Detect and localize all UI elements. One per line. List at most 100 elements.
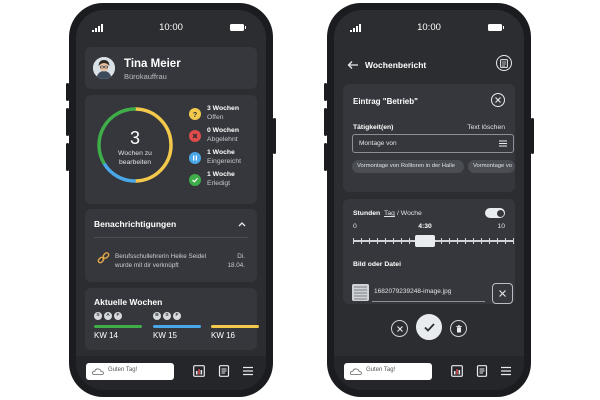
legend-status: Offen — [207, 114, 224, 121]
legend-status: Abgelehnt — [207, 136, 238, 143]
greeting-pill[interactable]: Guten Tag! — [86, 363, 174, 380]
notification-date: Di. 18.04. — [227, 252, 245, 270]
slider-tick — [385, 238, 386, 244]
legend-title: 0 Wochen — [207, 127, 239, 134]
week-status-bar — [94, 325, 142, 328]
discard-button[interactable] — [391, 320, 408, 337]
list-icon — [499, 140, 507, 147]
slider-tick — [449, 238, 450, 244]
slider-thumb[interactable] — [415, 235, 435, 247]
confirm-button[interactable] — [416, 314, 442, 340]
week-item[interactable]: KW 16 — [211, 312, 261, 348]
dashboard-screen: 10:00 Tina Meier Bürokauffrau 3 Wochen z… — [76, 10, 266, 390]
hours-card: Stunden Tag / Woche 0 4:30 10 Bild oder … — [343, 199, 515, 304]
day-chip: F — [173, 312, 181, 320]
slider-tick — [353, 238, 354, 244]
hours-toggle[interactable] — [485, 208, 505, 218]
slider-tick — [465, 238, 466, 244]
remove-file-button[interactable] — [492, 283, 513, 304]
notifications-card: Benachrichtigungen Berufsschullehrerin H… — [85, 209, 257, 282]
check-icon — [189, 174, 201, 186]
slider-tick — [393, 238, 394, 244]
day-chip: S — [94, 312, 102, 320]
open-weeks-label-line: bearbeiten — [118, 159, 152, 166]
legend-title: 3 Wochen — [207, 105, 239, 112]
summary-card: 3 Wochen zu bearbeiten ? 3 Wochen Offen … — [85, 95, 257, 204]
slider-tick — [401, 238, 402, 244]
trash-icon — [455, 324, 462, 332]
menu-icon[interactable] — [242, 365, 254, 377]
profile-card[interactable]: Tina Meier Bürokauffrau — [85, 47, 257, 89]
close-icon — [396, 325, 403, 332]
current-weeks-card: Aktuelle Wochen S A F KW 14 B S F KW 15 KW 16 — [85, 288, 259, 350]
day-chip: S — [163, 312, 171, 320]
notification-date-line: Di. — [237, 253, 245, 260]
close-entry-button[interactable] — [491, 93, 505, 107]
slider-tick — [361, 238, 362, 244]
week-item[interactable]: B S F KW 15 — [153, 312, 203, 348]
greeting-text: Guten Tag! — [108, 367, 138, 373]
slider-tick — [489, 238, 490, 244]
notification-text-line: wurde mit dir verknüpft — [115, 262, 179, 269]
link-icon — [97, 252, 110, 264]
svg-text:?: ? — [193, 112, 197, 118]
notification-text-line: Berufsschullehrerin Heike Seidel — [115, 253, 207, 260]
side-button — [531, 118, 534, 154]
day-chip: F — [114, 312, 122, 320]
menu-icon[interactable] — [500, 365, 512, 377]
slider-tick — [497, 238, 498, 244]
document-icon[interactable] — [218, 365, 230, 377]
greeting-text: Guten Tag! — [366, 367, 396, 373]
week-days: SAF — [94, 312, 124, 321]
hours-slider[interactable] — [353, 235, 514, 247]
chevron-up-icon[interactable] — [238, 221, 246, 227]
open-weeks-label-line: Wochen zu — [118, 150, 152, 157]
file-label: Bild oder Datei — [353, 261, 401, 268]
profile-name: Tina Meier — [124, 58, 181, 70]
delete-button[interactable] — [450, 320, 467, 337]
hours-label: Stunden — [353, 210, 381, 217]
activity-chip[interactable]: Vormontage von Rolltoren in der Halle — [352, 160, 464, 173]
clear-text-link[interactable]: Text löschen — [467, 124, 505, 131]
slider-tick — [457, 238, 458, 244]
greeting-pill[interactable]: Guten Tag! — [344, 363, 432, 380]
activity-chip[interactable]: Vormontage vo — [468, 160, 515, 173]
tab-week[interactable]: / Woche — [397, 210, 422, 217]
week-label: KW 14 — [94, 331, 119, 340]
chart-icon[interactable] — [451, 365, 463, 377]
battery-icon — [230, 24, 246, 31]
notifications-title: Benachrichtigungen — [94, 219, 177, 229]
notification-date-line: 18.04. — [227, 262, 245, 269]
legend-status: Erledigt — [207, 180, 231, 187]
chart-icon[interactable] — [193, 365, 205, 377]
back-arrow-icon[interactable] — [347, 60, 359, 70]
side-button — [273, 118, 276, 154]
tab-bar: Guten Tag! — [76, 356, 266, 390]
activity-select[interactable]: Montage von — [352, 134, 514, 153]
status-bar: 10:00 — [76, 10, 266, 40]
document-icon[interactable] — [476, 365, 488, 377]
day-chip: A — [104, 312, 112, 320]
profile-role: Bürokauffrau — [124, 72, 167, 81]
week-item[interactable]: S A F KW 14 — [94, 312, 144, 348]
legend-status: Eingereicht — [207, 158, 242, 165]
slider-tick — [473, 238, 474, 244]
side-button — [324, 83, 327, 101]
week-label: KW 16 — [211, 331, 236, 340]
current-weeks-title: Aktuelle Wochen — [94, 297, 163, 307]
legend-title: 1 Woche — [207, 171, 235, 178]
tab-day[interactable]: Tag — [384, 210, 395, 217]
file-name-field[interactable]: 1682079239248-image.jpg — [372, 283, 485, 302]
close-icon — [189, 130, 201, 142]
open-weeks-count: 3 — [129, 128, 140, 148]
side-button — [66, 143, 69, 171]
close-icon — [499, 290, 506, 297]
side-button — [324, 108, 327, 136]
day-chip: B — [153, 312, 161, 320]
side-button — [66, 108, 69, 136]
week-days: BSF — [153, 312, 183, 321]
slider-tick — [409, 238, 410, 244]
slider-tick — [505, 238, 506, 244]
entry-card: Eintrag "Betrieb" Tätigkeit(en) Text lös… — [343, 84, 515, 192]
report-doc-button[interactable] — [496, 55, 512, 71]
